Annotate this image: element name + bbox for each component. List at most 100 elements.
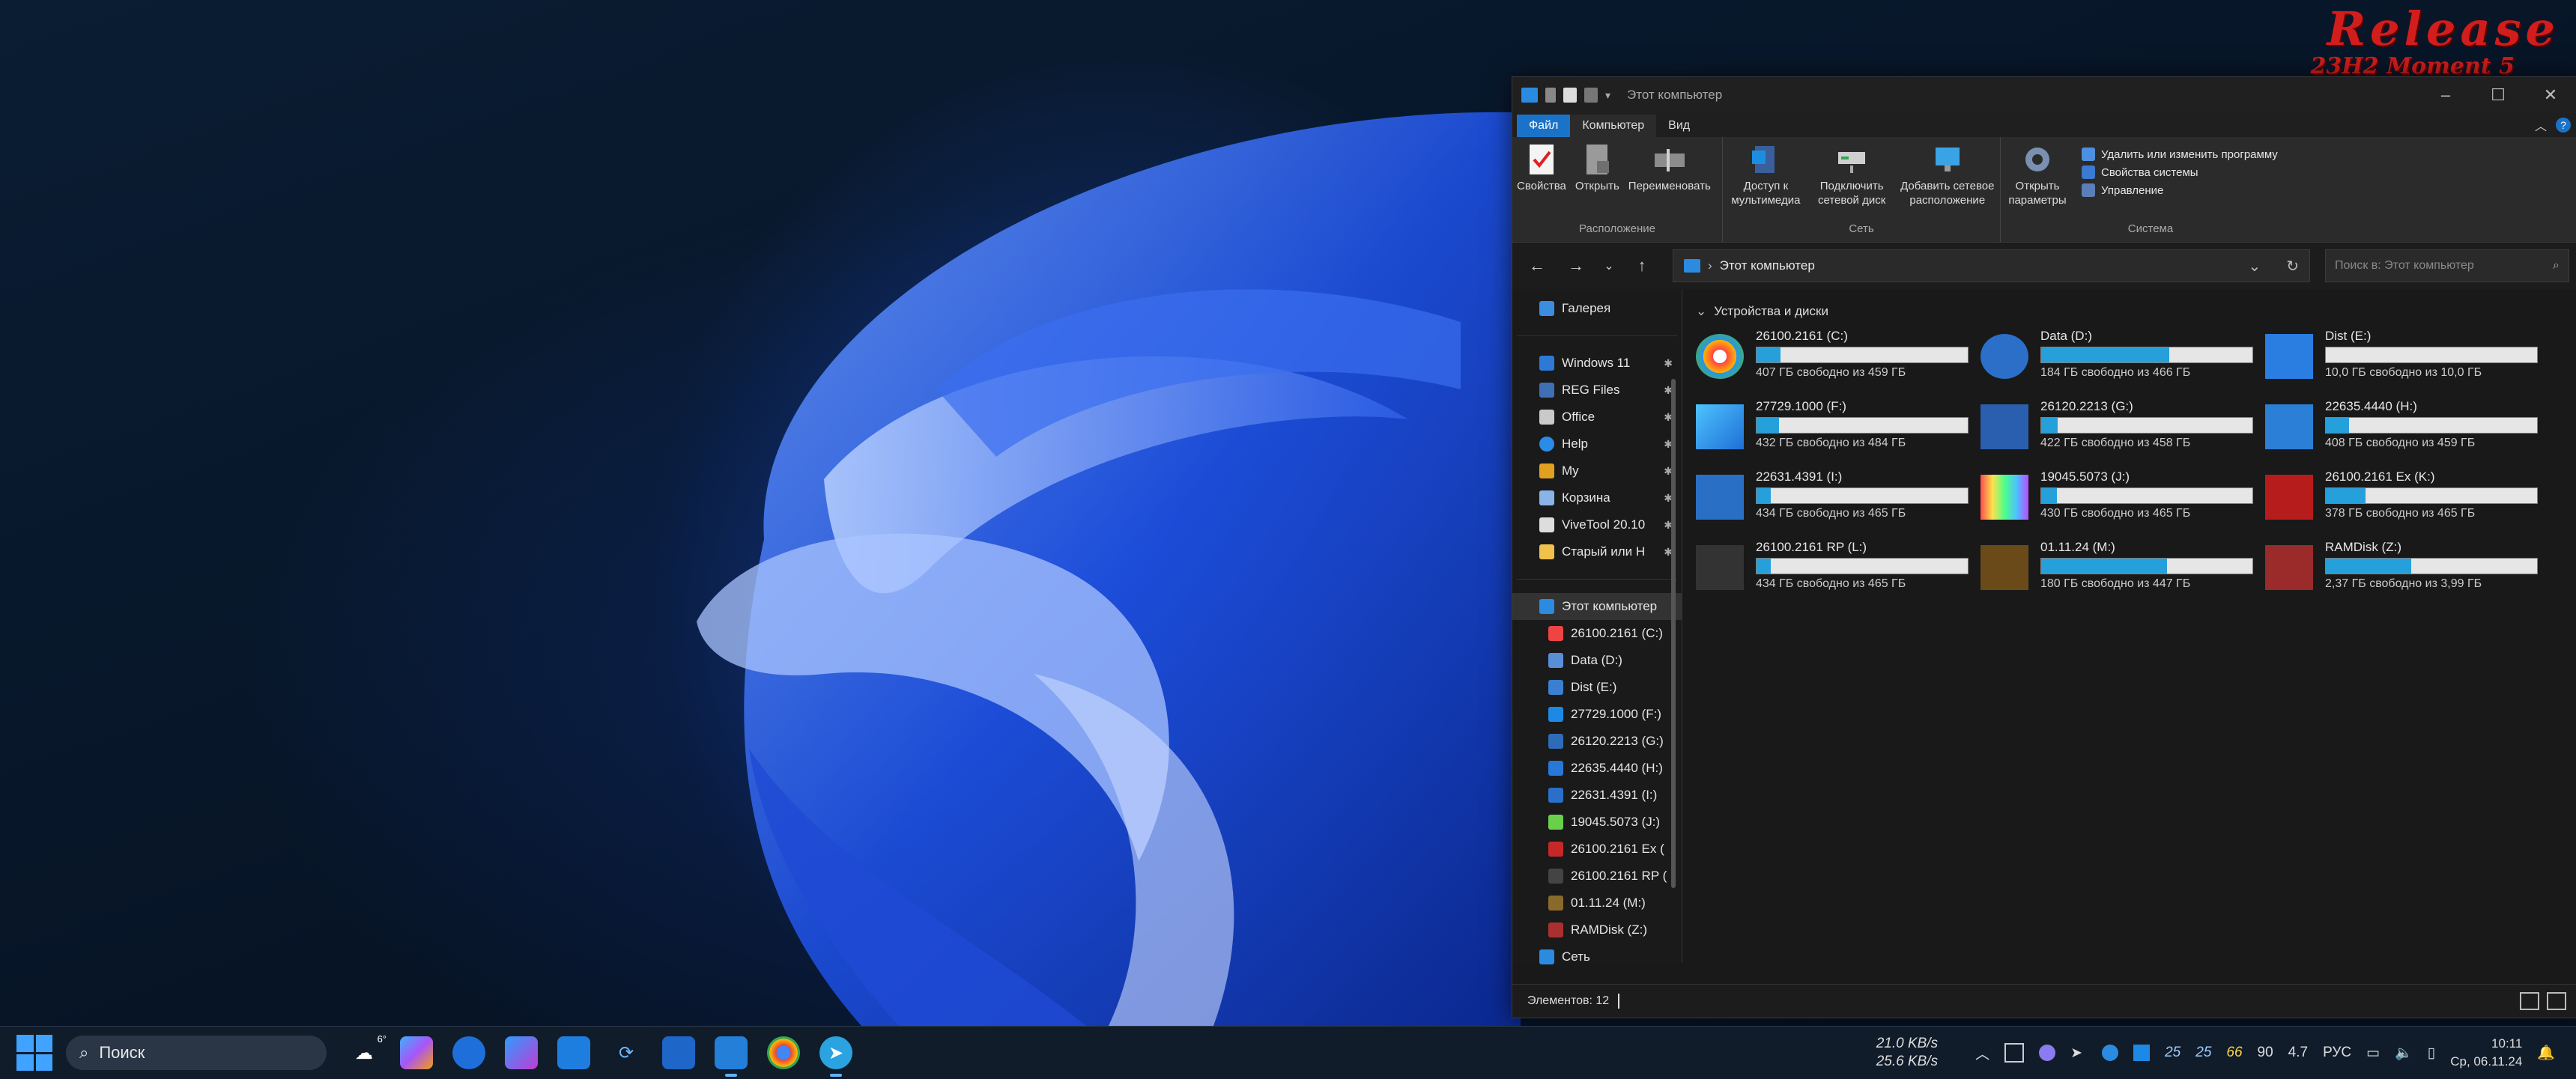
tab-file[interactable]: Файл <box>1517 115 1571 137</box>
language-indicator[interactable]: РУС <box>2323 1045 2351 1061</box>
drive-tile[interactable]: Dist (E:) 10,0 ГБ свободно из 10,0 ГБ <box>2261 328 2545 386</box>
notifications-bell-icon[interactable]: 🔔 <box>2537 1044 2555 1062</box>
tray-globe-icon[interactable] <box>2102 1045 2119 1061</box>
nav-network[interactable]: Сеть <box>1512 943 1682 970</box>
nav-pinned-my[interactable]: My ✱ <box>1512 458 1682 484</box>
search-box[interactable]: Поиск в: Этот компьютер ⌕ <box>2325 249 2569 282</box>
refresh-icon[interactable]: ↻ <box>2286 257 2299 276</box>
nav-drive-j[interactable]: 19045.5073 (J:) <box>1512 809 1682 836</box>
nav-pinned-help[interactable]: Help ✱ <box>1512 431 1682 458</box>
add-network-location-button[interactable]: Добавить сетевое расположение <box>1895 143 2000 222</box>
manage-button[interactable]: Управление <box>2082 183 2278 197</box>
nav-drive-m[interactable]: 01.11.24 (M:) <box>1512 890 1682 917</box>
nav-drive-z[interactable]: RAMDisk (Z:) <box>1512 917 1682 943</box>
chrome-icon[interactable] <box>767 1036 800 1069</box>
nav-drive-i[interactable]: 22631.4391 (I:) <box>1512 782 1682 809</box>
browser-icon[interactable] <box>452 1036 485 1069</box>
tray-telegram-icon[interactable]: ➤ <box>2070 1045 2087 1061</box>
telegram-icon[interactable]: ➤ <box>819 1036 852 1077</box>
drive-tile[interactable]: 01.11.24 (M:) 180 ГБ свободно из 447 ГБ <box>1976 539 2261 598</box>
drive-tile[interactable]: RAMDisk (Z:) 2,37 ГБ свободно из 3,99 ГБ <box>2261 539 2545 598</box>
nav-pinned-windows11[interactable]: Windows 11 ✱ <box>1512 350 1682 377</box>
drive-tile[interactable]: 26100.2161 RP (L:) 434 ГБ свободно из 465… <box>1691 539 1976 598</box>
nav-this-pc[interactable]: Этот компьютер <box>1512 593 1682 620</box>
nav-scrollbar[interactable] <box>1671 379 1676 888</box>
minimize-button[interactable]: – <box>2419 77 2472 113</box>
nav-pinned-recycle-bin[interactable]: Корзина ✱ <box>1512 484 1682 511</box>
properties-label: Свойства <box>1517 180 1566 192</box>
system-properties-button[interactable]: Свойства системы <box>2082 165 2278 179</box>
drive-tile[interactable]: 26100.2161 (C:) 407 ГБ свободно из 459 ГБ <box>1691 328 1976 386</box>
up-button[interactable]: ↑ <box>1625 251 1659 281</box>
details-view-icon[interactable] <box>2520 992 2539 1010</box>
clock[interactable]: 10:11 Ср, 06.11.24 <box>2450 1035 2522 1071</box>
volume-icon[interactable]: 🔈 <box>2395 1044 2413 1062</box>
tray-shield-icon[interactable] <box>2133 1045 2151 1061</box>
taskbar-search[interactable]: ⌕ Поиск <box>66 1036 327 1070</box>
forward-button[interactable]: → <box>1559 251 1593 281</box>
drive-tile[interactable]: 27729.1000 (F:) 432 ГБ свободно из 484 ГБ <box>1691 398 1976 457</box>
nav-pinned-vivetool[interactable]: ViveTool 20.10 ✱ <box>1512 511 1682 538</box>
copilot-app-icon[interactable] <box>505 1036 538 1069</box>
title-bar[interactable]: ▾ Этот компьютер – ☐ ✕ <box>1512 77 2576 113</box>
rename-button[interactable]: Переименовать <box>1624 143 1715 222</box>
collapse-ribbon-icon[interactable]: ︿ <box>2535 116 2547 134</box>
recycle-bin-icon <box>1539 490 1554 505</box>
quick-access-dropdown-icon[interactable]: ▾ <box>1605 89 1610 102</box>
weather-widget-icon[interactable]: ☁ 6° <box>348 1033 387 1069</box>
nav-drive-f[interactable]: 27729.1000 (F:) <box>1512 701 1682 728</box>
nav-drive-d[interactable]: Data (D:) <box>1512 647 1682 674</box>
network-icon[interactable]: ▭ <box>2366 1045 2380 1062</box>
help-icon[interactable]: ? <box>2556 118 2571 133</box>
drive-tile[interactable]: 26120.2213 (G:) 422 ГБ свободно из 458 ГБ <box>1976 398 2261 457</box>
tray-app-icon[interactable] <box>2004 1043 2025 1063</box>
start-button[interactable] <box>16 1035 52 1071</box>
drive-icon <box>1548 734 1563 749</box>
show-hidden-icons-icon[interactable]: ︿ <box>1975 1043 1989 1063</box>
properties-quick-icon[interactable] <box>1563 88 1577 103</box>
drive-tile[interactable]: 26100.2161 Ex (K:) 378 ГБ свободно из 465… <box>2261 469 2545 527</box>
back-button[interactable]: ← <box>1520 251 1554 281</box>
map-drive-button[interactable]: Подключить сетевой диск <box>1809 143 1895 222</box>
nav-drive-g[interactable]: 26120.2213 (G:) <box>1512 728 1682 755</box>
drive-free-space: 184 ГБ свободно из 466 ГБ <box>2040 366 2191 379</box>
sync-icon[interactable]: ⟳ <box>610 1036 643 1069</box>
nav-pinned-office[interactable]: Office ✱ <box>1512 404 1682 431</box>
file-explorer-icon[interactable] <box>715 1036 748 1077</box>
tiles-view-icon[interactable] <box>2547 992 2566 1010</box>
open-button[interactable]: Открыть <box>1571 143 1624 222</box>
nav-drive-l[interactable]: 26100.2161 RP ( <box>1512 863 1682 890</box>
drive-tile[interactable]: Data (D:) 184 ГБ свободно из 466 ГБ <box>1976 328 2261 386</box>
nav-pinned-old-folder[interactable]: Старый или Н ✱ <box>1512 538 1682 565</box>
nav-pinned-reg-files[interactable]: REG Files ✱ <box>1512 377 1682 404</box>
store-icon[interactable] <box>557 1036 590 1069</box>
copilot-icon[interactable] <box>400 1036 433 1069</box>
drive-tile[interactable]: 22631.4391 (I:) 434 ГБ свободно из 465 ГБ <box>1691 469 1976 527</box>
folder-quick-icon[interactable] <box>1584 88 1598 103</box>
tab-view[interactable]: Вид <box>1656 115 1702 137</box>
nav-drive-e[interactable]: Dist (E:) <box>1512 674 1682 701</box>
nav-gallery[interactable]: Галерея <box>1512 295 1682 322</box>
tray-value: 90 <box>2257 1045 2273 1060</box>
properties-button[interactable]: Свойства <box>1512 143 1571 222</box>
maximize-button[interactable]: ☐ <box>2472 77 2524 113</box>
registry-app-icon[interactable] <box>662 1036 695 1069</box>
address-dropdown-icon[interactable]: ⌄ <box>2248 257 2261 276</box>
address-path[interactable]: Этот компьютер <box>1720 258 1815 273</box>
drive-tile[interactable]: 22635.4440 (H:) 408 ГБ свободно из 459 ГБ <box>2261 398 2545 457</box>
open-settings-button[interactable]: Открыть параметры <box>2001 143 2074 222</box>
drive-tile[interactable]: 19045.5073 (J:) 430 ГБ свободно из 465 ГБ <box>1976 469 2261 527</box>
nav-drive-h[interactable]: 22635.4440 (H:) <box>1512 755 1682 782</box>
close-button[interactable]: ✕ <box>2524 77 2576 113</box>
tray-vpn-icon[interactable] <box>2039 1045 2056 1061</box>
devices-section-header[interactable]: ⌄ Устройства и диски <box>1696 304 2569 319</box>
tab-computer[interactable]: Компьютер <box>1570 115 1657 137</box>
recent-locations-button[interactable]: ⌄ <box>1598 251 1620 281</box>
uninstall-button[interactable]: Удалить или изменить программу <box>2082 148 2278 161</box>
nav-label: Сеть <box>1562 949 1590 964</box>
nav-drive-k[interactable]: 26100.2161 Ex ( <box>1512 836 1682 863</box>
media-access-button[interactable]: Доступ к мультимедиа <box>1723 143 1809 222</box>
address-bar[interactable]: › Этот компьютер ⌄ ↻ <box>1673 249 2310 282</box>
battery-icon[interactable]: ▯ <box>2428 1045 2435 1062</box>
nav-drive-c[interactable]: 26100.2161 (C:) <box>1512 620 1682 647</box>
